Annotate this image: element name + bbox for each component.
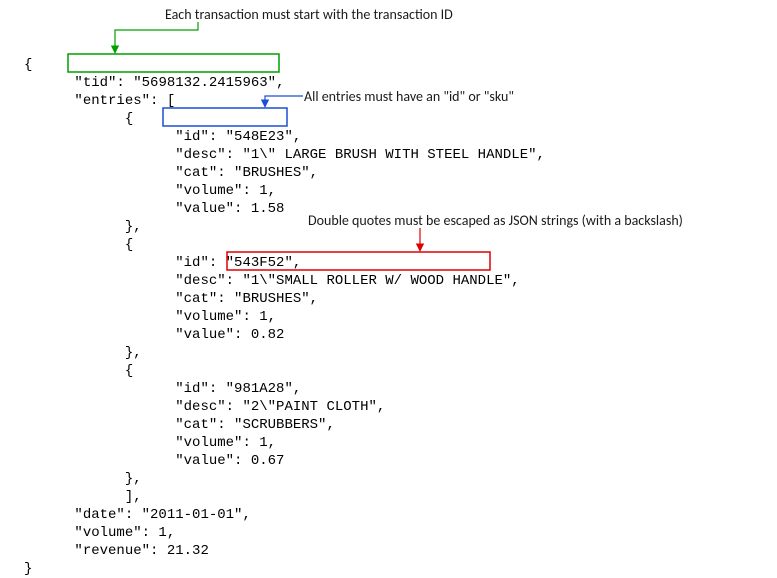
annotation-tid: Each transaction must start with the tra… [165, 6, 453, 24]
entry3-id: "id": "981A28", [175, 381, 301, 397]
entry1-id-val: "548E23", [217, 129, 301, 145]
brace-open: { [24, 57, 32, 73]
entry2-vol: "volume": 1, [175, 309, 276, 325]
entry1-cat: "cat": "BRUSHES", [175, 165, 318, 181]
volume-line: "volume": 1, [74, 525, 175, 541]
entry2-close: }, [125, 345, 142, 361]
entry2-desc-val: "1\"SMALL ROLLER W/ WOOD HANDLE", [234, 273, 520, 289]
entries-key: "entries": [ [74, 93, 175, 109]
entry2-val: "value": 0.82 [175, 327, 284, 343]
entry1-vol: "volume": 1, [175, 183, 276, 199]
tid-val: "5698132.2415963", [125, 75, 285, 91]
date-line: "date": "2011-01-01", [74, 507, 250, 523]
json-code-block: { "tid": "5698132.2415963", "entries": [… [24, 38, 545, 578]
brace-close: } [24, 561, 32, 577]
revenue-line: "revenue": 21.32 [74, 543, 208, 559]
entry1-open: { [125, 111, 133, 127]
entry2-id: "id": "543F52", [175, 255, 301, 271]
entry3-vol: "volume": 1, [175, 435, 276, 451]
entry2-open: { [125, 237, 133, 253]
entries-close: ], [125, 489, 142, 505]
entry3-cat: "cat": "SCRUBBERS", [175, 417, 335, 433]
entry3-desc: "desc": "2\"PAINT CLOTH", [175, 399, 385, 415]
entry3-close: }, [125, 471, 142, 487]
entry1-val: "value": 1.58 [175, 201, 284, 217]
entry3-open: { [125, 363, 133, 379]
tid-key: "tid": [74, 75, 124, 91]
entry1-id-key: "id": [175, 129, 217, 145]
entry1-desc: "desc": "1\" LARGE BRUSH WITH STEEL HAND… [175, 147, 545, 163]
entry2-desc-key: "desc": [175, 273, 234, 289]
entry2-cat: "cat": "BRUSHES", [175, 291, 318, 307]
entry1-close: }, [125, 219, 142, 235]
entry3-val: "value": 0.67 [175, 453, 284, 469]
